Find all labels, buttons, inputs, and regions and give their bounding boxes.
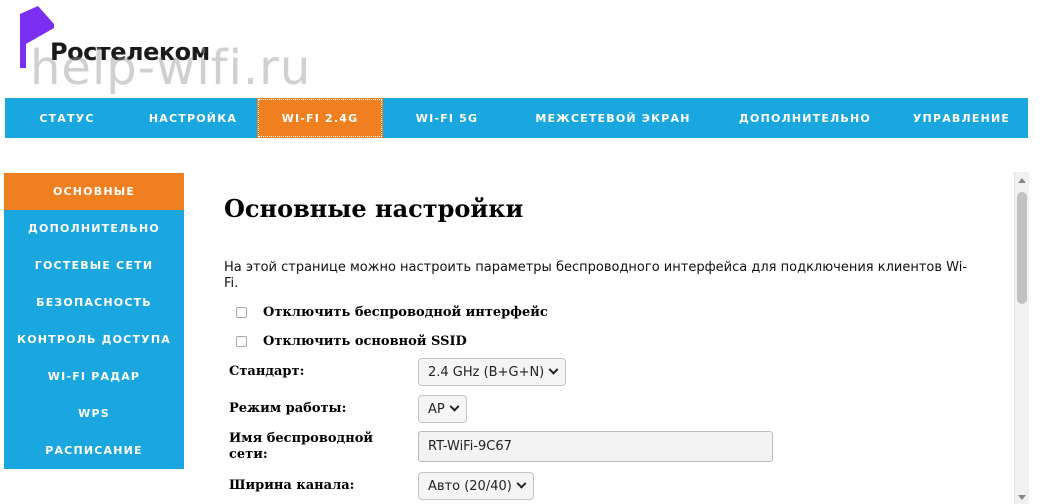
sidebar-item-wifi-radar[interactable]: WI-FI РАДАР: [4, 358, 184, 395]
tab-management[interactable]: УПРАВЛЕНИЕ: [895, 98, 1028, 138]
mode-value: AP: [428, 401, 445, 417]
page-description: На этой странице можно настроить парамет…: [224, 260, 968, 291]
chevron-down-icon: [516, 478, 527, 489]
bandwidth-label: Ширина канала:: [229, 478, 355, 493]
ssid-label: Имя беспроводной сети:: [229, 431, 374, 462]
sidebar-item-schedule[interactable]: РАСПИСАНИЕ: [4, 432, 184, 469]
bandwidth-select[interactable]: Авто (20/40): [418, 472, 534, 500]
disable-ssid-row: Отключить основной SSID: [236, 334, 467, 349]
tab-status[interactable]: СТАТУС: [5, 98, 129, 138]
tab-settings[interactable]: НАСТРОЙКА: [129, 98, 257, 138]
scroll-up-arrow-icon[interactable]: [1018, 178, 1026, 183]
tab-firewall[interactable]: МЕЖСЕТЕВОЙ ЭКРАН: [511, 98, 715, 138]
mode-label: Режим работы:: [229, 401, 347, 416]
tab-advanced[interactable]: ДОПОЛНИТЕЛЬНО: [715, 98, 895, 138]
sidebar: ОСНОВНЫЕ ДОПОЛНИТЕЛЬНО ГОСТЕВЫЕ СЕТИ БЕЗ…: [4, 173, 184, 469]
rostelecom-logo: Ростелеком: [16, 6, 296, 96]
mode-select[interactable]: AP: [418, 395, 467, 423]
sidebar-item-wps[interactable]: WPS: [4, 395, 184, 432]
disable-wireless-label: Отключить беспроводной интерфейс: [263, 305, 548, 320]
standard-value: 2.4 GHz (B+G+N): [428, 364, 545, 380]
logo-text: Ростелеком: [50, 38, 210, 66]
top-navigation: СТАТУС НАСТРОЙКА WI-FI 2.4G WI-FI 5G МЕЖ…: [5, 98, 1028, 138]
disable-ssid-checkbox[interactable]: [236, 336, 247, 347]
tab-wifi-5g[interactable]: WI-FI 5G: [383, 98, 511, 138]
page-title: Основные настройки: [224, 194, 524, 223]
standard-label: Стандарт:: [229, 364, 305, 379]
sidebar-item-access-control[interactable]: КОНТРОЛЬ ДОСТУПА: [4, 321, 184, 358]
standard-select[interactable]: 2.4 GHz (B+G+N): [418, 358, 567, 386]
ssid-input[interactable]: RT-WiFi-9C67: [418, 431, 773, 462]
scrollbar-thumb[interactable]: [1017, 192, 1027, 304]
disable-ssid-label: Отключить основной SSID: [263, 334, 467, 349]
vertical-scrollbar[interactable]: [1014, 172, 1029, 504]
sidebar-item-security[interactable]: БЕЗОПАСНОСТЬ: [4, 284, 184, 321]
disable-wireless-checkbox[interactable]: [236, 307, 247, 318]
disable-wireless-row: Отключить беспроводной интерфейс: [236, 305, 548, 320]
ssid-value: RT-WiFi-9C67: [428, 439, 512, 454]
bandwidth-value: Авто (20/40): [428, 478, 512, 494]
sidebar-item-basic[interactable]: ОСНОВНЫЕ: [4, 173, 184, 210]
chevron-down-icon: [449, 401, 460, 412]
sidebar-item-advanced[interactable]: ДОПОЛНИТЕЛЬНО: [4, 210, 184, 247]
tab-wifi-24g[interactable]: WI-FI 2.4G: [257, 98, 383, 138]
chevron-down-icon: [548, 364, 559, 375]
sidebar-item-guest-networks[interactable]: ГОСТЕВЫЕ СЕТИ: [4, 247, 184, 284]
scroll-down-arrow-icon[interactable]: [1018, 495, 1026, 500]
